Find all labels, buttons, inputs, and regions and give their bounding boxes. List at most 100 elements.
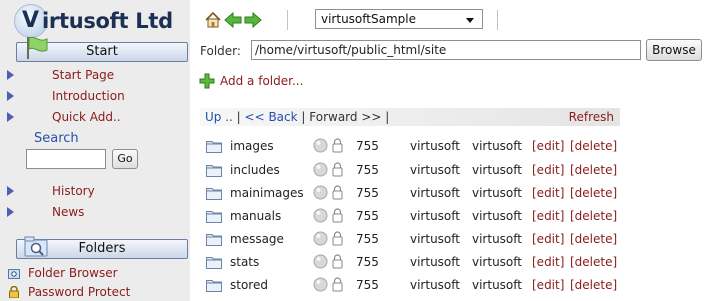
forward-arrow-icon[interactable] — [244, 11, 262, 29]
search-input[interactable] — [26, 149, 106, 169]
start-label: Start — [86, 44, 118, 59]
delete-link[interactable]: [delete] — [570, 253, 617, 271]
sidebar-item-news[interactable]: News — [0, 203, 190, 221]
sidebar-item-label: History — [52, 184, 95, 198]
lock-icon[interactable] — [332, 231, 343, 246]
edit-link[interactable]: [edit] — [532, 137, 564, 155]
flag-icon — [27, 36, 48, 59]
sidebar-item-quick-add[interactable]: Quick Add.. — [0, 108, 190, 126]
table-row: manuals 755 virtusoft virtusoft [edit] [… — [200, 207, 620, 229]
sidebar-item-folder-browser[interactable]: Folder Browser — [0, 264, 190, 282]
delete-link[interactable]: [delete] — [570, 184, 617, 202]
lock-icon[interactable] — [332, 254, 343, 269]
triangle-bullet-icon — [7, 91, 14, 101]
app-logo: V irtusoft Ltd — [14, 4, 186, 38]
edit-link[interactable]: [edit] — [532, 276, 564, 294]
triangle-bullet-icon — [7, 112, 14, 122]
delete-link[interactable]: [delete] — [570, 276, 617, 294]
owner-value: virtusoft — [410, 209, 460, 223]
back-arrow-icon[interactable] — [224, 11, 242, 29]
status-ball-icon — [313, 185, 328, 200]
sidebar-item-label: Password Protect — [28, 285, 131, 299]
up-link[interactable]: Up .. — [205, 110, 233, 124]
group-value: virtusoft — [472, 163, 522, 177]
lock-icon[interactable] — [332, 162, 343, 177]
owner-value: virtusoft — [410, 278, 460, 292]
browse-button[interactable]: Browse — [646, 39, 702, 61]
table-row: stats 755 virtusoft virtusoft [edit] [de… — [200, 253, 620, 275]
lock-icon[interactable] — [332, 138, 343, 153]
sidebar-item-start-page[interactable]: Start Page — [0, 66, 190, 84]
group-value: virtusoft — [472, 209, 522, 223]
folder-name[interactable]: stats — [230, 253, 259, 271]
folder-icon[interactable] — [206, 232, 222, 246]
triangle-bullet-icon — [7, 207, 14, 217]
edit-link[interactable]: [edit] — [532, 184, 564, 202]
folder-name[interactable]: images — [230, 137, 274, 155]
home-icon[interactable] — [204, 11, 222, 29]
edit-link[interactable]: [edit] — [532, 253, 564, 271]
nav-separator: | — [232, 110, 245, 124]
start-panel-button[interactable]: Start — [16, 36, 188, 62]
sidebar-item-password-protect[interactable]: Password Protect — [0, 283, 190, 301]
table-row: includes 755 virtusoft virtusoft [edit] … — [200, 161, 620, 183]
permission-value: 755 — [356, 232, 379, 246]
folder-name[interactable]: stored — [230, 276, 268, 294]
sidebar-item-introduction[interactable]: Introduction — [0, 87, 190, 105]
refresh-link[interactable]: Refresh — [569, 108, 614, 126]
sidebar-item-label: Quick Add.. — [52, 110, 121, 124]
back-link[interactable]: << Back — [245, 110, 298, 124]
edit-link[interactable]: [edit] — [532, 230, 564, 248]
lock-icon[interactable] — [332, 185, 343, 200]
lock-icon[interactable] — [332, 277, 343, 292]
permission-value: 755 — [356, 255, 379, 269]
nav-separator: | — [381, 110, 390, 124]
folder-name[interactable]: message — [230, 230, 284, 248]
sidebar-item-history[interactable]: History — [0, 182, 190, 200]
padlock-icon — [9, 286, 19, 298]
folder-icon[interactable] — [206, 278, 222, 292]
search-panel: Search Go — [24, 131, 144, 179]
permission-value: 755 — [356, 209, 379, 223]
forward-link[interactable]: Forward >> — [309, 110, 381, 124]
lock-icon[interactable] — [332, 208, 343, 223]
folders-label: Folders — [78, 241, 126, 256]
sidebar-item-label: Folder Browser — [28, 266, 118, 280]
delete-link[interactable]: [delete] — [570, 137, 617, 155]
owner-value: virtusoft — [410, 163, 460, 177]
edit-link[interactable]: [edit] — [532, 161, 564, 179]
edit-link[interactable]: [edit] — [532, 207, 564, 225]
owner-value: virtusoft — [410, 232, 460, 246]
folder-name[interactable]: manuals — [230, 207, 281, 225]
toolbar-divider — [497, 10, 498, 30]
folder-name[interactable]: mainimages — [230, 184, 304, 202]
delete-link[interactable]: [delete] — [570, 161, 617, 179]
folder-icon[interactable] — [206, 163, 222, 177]
folder-icon[interactable] — [206, 139, 222, 153]
toolbar: virtusoftSample — [190, 0, 718, 38]
folder-name[interactable]: includes — [230, 161, 280, 179]
folder-label: Folder: — [200, 44, 241, 58]
folder-icon[interactable] — [206, 255, 222, 269]
toolbar-divider — [287, 10, 288, 30]
folder-browser-icon — [8, 269, 20, 279]
site-select-value: virtusoftSample — [321, 12, 416, 26]
folders-panel-button[interactable]: Folders — [16, 236, 188, 259]
search-go-button[interactable]: Go — [112, 149, 138, 169]
folder-icon[interactable] — [206, 186, 222, 200]
folder-nav-bar: Up .. | << Back | Forward >> | Refresh — [200, 108, 620, 126]
delete-link[interactable]: [delete] — [570, 207, 617, 225]
plus-icon — [199, 73, 215, 89]
owner-value: virtusoft — [410, 255, 460, 269]
status-ball-icon — [313, 231, 328, 246]
table-row: mainimages 755 virtusoft virtusoft [edit… — [200, 184, 620, 206]
folder-search-icon — [24, 236, 48, 257]
status-ball-icon — [313, 162, 328, 177]
logo-text: irtusoft Ltd — [42, 9, 173, 33]
permission-value: 755 — [356, 139, 379, 153]
folder-icon[interactable] — [206, 209, 222, 223]
group-value: virtusoft — [472, 232, 522, 246]
site-select[interactable]: virtusoftSample — [315, 9, 483, 29]
delete-link[interactable]: [delete] — [570, 230, 617, 248]
folder-path-input[interactable] — [251, 40, 641, 60]
